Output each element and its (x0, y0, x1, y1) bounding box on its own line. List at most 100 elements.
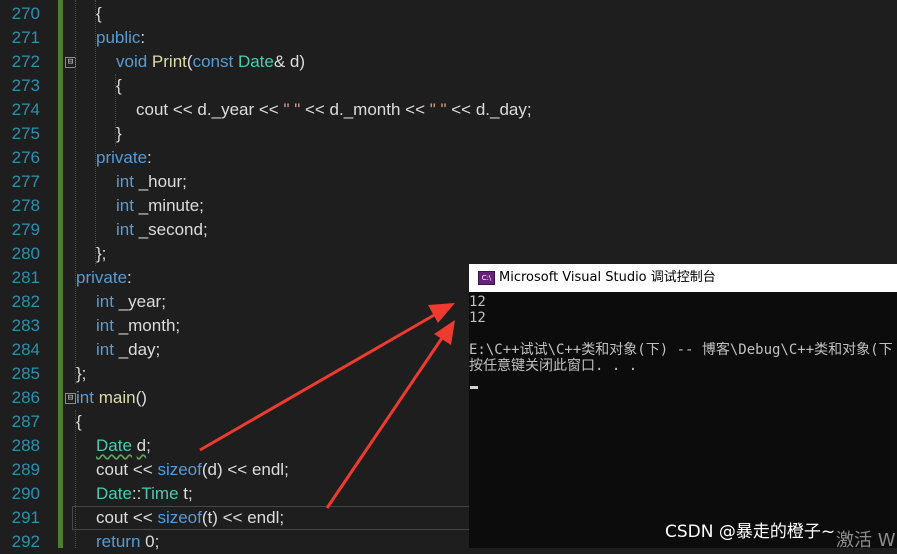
token: _minute; (133, 196, 204, 215)
code-line: { (96, 2, 102, 26)
line-number: 282 (11, 292, 40, 311)
line-number: 277 (11, 172, 40, 191)
code-line: int _minute; (116, 194, 204, 218)
type-token: Date (96, 484, 132, 503)
token: & d) (273, 52, 306, 71)
token: << d._month << (300, 100, 430, 119)
keyword-token: int (116, 172, 134, 191)
token: cout << (96, 508, 158, 527)
line-number: 276 (11, 148, 40, 167)
code-line: int _month; (96, 314, 180, 338)
code-line: int main() (76, 386, 147, 410)
function-token: Print (151, 52, 187, 71)
console-output-line: E:\C++试试\C++类和对象(下) -- 博客\Debug\C++类和对象(… (469, 342, 893, 358)
type-token: Date (237, 52, 274, 71)
code-line: void Print(const Date& d) (116, 50, 305, 74)
line-number: 284 (11, 340, 40, 359)
line-number: 272 (11, 52, 40, 71)
token: { (76, 412, 82, 431)
console-title: Microsoft Visual Studio 调试控制台 (499, 270, 716, 285)
line-number: 271 (11, 28, 40, 47)
keyword-token: int (116, 196, 134, 215)
line-number: 280 (11, 244, 40, 263)
indent-guide (75, 0, 76, 384)
token: cout << (96, 460, 158, 479)
keyword-token: void (116, 52, 148, 71)
console-cursor (470, 386, 478, 389)
type-token: Date (96, 436, 132, 455)
string-token: " " (429, 100, 447, 119)
console-app-icon: C:\ (478, 271, 495, 285)
token: : (127, 268, 132, 287)
line-number: 283 (11, 316, 40, 335)
code-line: } (116, 122, 122, 146)
keyword-token: sizeof (157, 460, 202, 479)
code-line: cout << sizeof(d) << endl; (96, 458, 289, 482)
change-tracking-bar (58, 0, 63, 548)
line-number: 289 (11, 460, 40, 479)
code-line: private: (76, 266, 132, 290)
code-line: int _second; (116, 218, 208, 242)
console-output-line: 按任意键关闭此窗口. . . (469, 358, 638, 374)
keyword-token: private (76, 268, 128, 287)
token: }; (76, 364, 87, 383)
debug-console-window[interactable]: C:\ Microsoft Visual Studio 调试控制台 12 12 … (469, 264, 897, 548)
line-number: 281 (11, 268, 40, 287)
function-token: main (98, 388, 136, 407)
keyword-token: public (96, 28, 141, 47)
keyword-token: int (96, 292, 114, 311)
line-number-gutter: 270 271 272 273 274 275 276 277 278 279 … (0, 0, 48, 551)
keyword-token: private (96, 148, 148, 167)
line-number: 287 (11, 412, 40, 431)
token: } (116, 124, 122, 143)
line-number: 285 (11, 364, 40, 383)
keyword-token: const (192, 52, 234, 71)
keyword-token: int (116, 220, 134, 239)
code-line: cout << d._year << " " << d._month << " … (136, 98, 532, 122)
code-line: private: (96, 146, 152, 170)
token: _year; (113, 292, 166, 311)
token: d (136, 436, 147, 455)
keyword-token: return (96, 532, 141, 551)
token: _day; (113, 340, 161, 359)
token: : (140, 28, 146, 47)
token: :: (131, 484, 142, 503)
line-number: 275 (11, 124, 40, 143)
token: ; (146, 436, 151, 455)
code-line: cout << sizeof(t) << endl; (96, 506, 284, 530)
console-output-line: 12 (469, 294, 486, 310)
activate-windows-text: 激活 W (836, 530, 896, 551)
token: (t) << endl; (201, 508, 285, 527)
token: _hour; (133, 172, 187, 191)
token: << d._day; (446, 100, 532, 119)
token: 0; (140, 532, 160, 551)
token: _second; (133, 220, 208, 239)
line-number: 278 (11, 196, 40, 215)
keyword-token: int (76, 388, 94, 407)
token: : (147, 148, 152, 167)
token: _month; (113, 316, 181, 335)
console-titlebar[interactable]: C:\ Microsoft Visual Studio 调试控制台 (469, 264, 897, 292)
fold-toggle-icon[interactable]: ⊟ (65, 393, 76, 404)
code-line: }; (96, 242, 106, 266)
code-line: Date d; (96, 434, 151, 458)
line-number: 279 (11, 220, 40, 239)
code-line: }; (76, 362, 86, 386)
token: { (96, 4, 102, 23)
line-number: 292 (11, 532, 40, 551)
code-line: int _hour; (116, 170, 187, 194)
token: { (116, 76, 122, 95)
line-number: 290 (11, 484, 40, 503)
token: () (135, 388, 147, 407)
line-number: 274 (11, 100, 40, 119)
code-line: { (76, 410, 82, 434)
code-line: int _year; (96, 290, 166, 314)
code-line: return 0; (96, 530, 159, 554)
code-line: { (116, 74, 122, 98)
csdn-watermark: CSDN @暴走的橙子~ (665, 522, 836, 542)
line-number: 270 (11, 4, 40, 23)
line-number: 286 (11, 388, 40, 407)
line-number: 273 (11, 76, 40, 95)
string-token: " " (283, 100, 301, 119)
line-number: 288 (11, 436, 40, 455)
